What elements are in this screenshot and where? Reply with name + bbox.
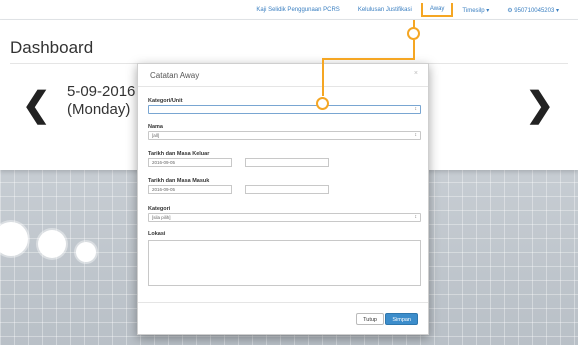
- annotation-ring: [407, 27, 420, 40]
- current-day: (Monday): [67, 101, 131, 118]
- keluar-time-input[interactable]: [245, 158, 329, 167]
- kategori-select[interactable]: [sila pilih] ↕: [148, 213, 421, 222]
- masuk-time-input[interactable]: [245, 185, 329, 194]
- lokasi-textarea[interactable]: [148, 240, 421, 286]
- masuk-date-value: 2016-09-05: [152, 187, 176, 192]
- nama-select[interactable]: [all] ↕: [148, 131, 421, 140]
- keluar-date-input[interactable]: 2016-09-05: [148, 158, 232, 167]
- decorative-dot: [76, 242, 96, 262]
- simpan-button[interactable]: Simpan: [385, 313, 418, 325]
- page-title: Dashboard: [10, 38, 94, 57]
- annotation-line: [322, 58, 415, 60]
- nama-label: Nama: [148, 124, 163, 130]
- chevron-down-icon: ↕: [414, 132, 418, 138]
- decorative-dot: [38, 230, 66, 258]
- top-navbar: Kaji Selidik Penggunaan PCRS Kelulusan J…: [0, 0, 578, 20]
- keluar-date-value: 2016-09-05: [152, 160, 176, 165]
- kategori-unit-label: Kategori/Unit: [148, 98, 183, 104]
- nav-timesilp-dropdown[interactable]: Timesilp ▾: [453, 7, 498, 14]
- chevron-left-icon[interactable]: ❮: [22, 88, 51, 122]
- nama-select-value: [all]: [152, 133, 160, 138]
- close-icon[interactable]: ×: [414, 70, 418, 77]
- chevron-down-icon: ↕: [414, 106, 418, 112]
- tutup-button[interactable]: Tutup: [356, 313, 384, 325]
- kategori-unit-select[interactable]: ↕: [148, 105, 421, 114]
- masuk-label: Tarikh dan Masa Masuk: [148, 178, 210, 184]
- modal-header: Catatan Away ×: [138, 64, 428, 87]
- keluar-label: Tarikh dan Masa Keluar: [148, 151, 210, 157]
- lokasi-label: Lokasi: [148, 231, 166, 237]
- modal-title: Catatan Away: [150, 71, 200, 80]
- nav-user-dropdown[interactable]: ⚙ 950710045203 ▾: [498, 7, 568, 14]
- nav-away[interactable]: Away: [420, 3, 454, 17]
- annotation-line: [322, 58, 324, 96]
- annotation-ring: [316, 97, 329, 110]
- modal-footer: Tutup Simpan: [138, 302, 428, 334]
- nav-kelulusan-justifikasi[interactable]: Kelulusan Justifikasi: [349, 7, 421, 13]
- current-date: 5-09-2016: [67, 83, 136, 100]
- chevron-down-icon: ↕: [414, 214, 418, 220]
- nav-kaji-selidik[interactable]: Kaji Selidik Penggunaan PCRS: [247, 7, 348, 13]
- away-modal: Catatan Away × Kategori/Unit ↕ Nama [all…: [137, 63, 429, 335]
- annotation-line: [413, 40, 415, 60]
- masuk-date-input[interactable]: 2016-09-05: [148, 185, 232, 194]
- kategori-label: Kategori: [148, 206, 171, 212]
- kategori-select-value: [sila pilih]: [152, 215, 171, 220]
- chevron-right-icon[interactable]: ❯: [526, 88, 555, 122]
